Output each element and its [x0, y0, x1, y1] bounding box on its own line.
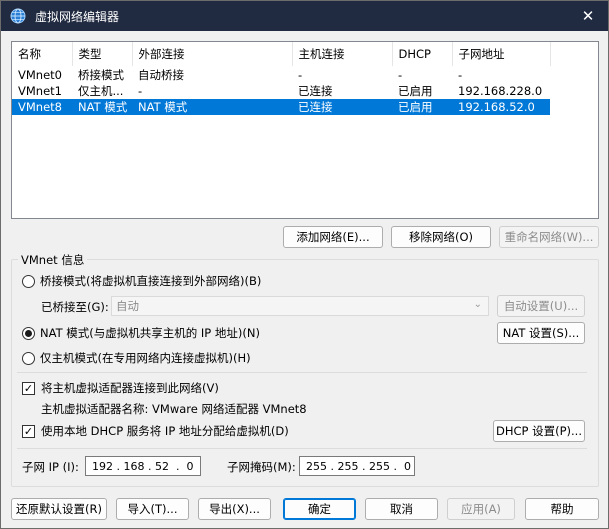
- adapter-name-label: 主机虚拟适配器名称: VMware 网络适配器 VMnet8: [41, 402, 307, 416]
- cell-host: 已连接: [298, 83, 333, 98]
- bridge-mode-label: 桥接模式(将虚拟机直接连接到外部网络)(B): [40, 274, 262, 288]
- table-header-row: 名称 类型 外部连接 主机连接 DHCP 子网地址: [12, 42, 551, 67]
- column-header-dhcp[interactable]: DHCP: [392, 42, 453, 67]
- checkmark-icon[interactable]: ✓: [22, 424, 35, 438]
- subnet-ip-input[interactable]: 192 . 168 . 52 . 0: [85, 456, 201, 476]
- window-title: 虚拟网络编辑器: [35, 9, 120, 24]
- cell-type: 桥接模式: [78, 67, 124, 82]
- cell-external: NAT 模式: [132, 98, 292, 115]
- cell-subnet: 192.168.52.0: [452, 98, 550, 115]
- import-button[interactable]: 导入(T)...: [116, 498, 189, 520]
- cell-external: -: [138, 83, 143, 98]
- column-header-external[interactable]: 外部连接: [132, 42, 293, 67]
- checkmark-icon[interactable]: ✓: [22, 381, 35, 395]
- column-header-type[interactable]: 类型: [72, 42, 133, 67]
- cell-dhcp: -: [398, 67, 403, 82]
- cell-name: VMnet0: [18, 67, 62, 82]
- network-list[interactable]: 名称 类型 外部连接 主机连接 DHCP 子网地址 VMnet0 桥接模式 自动…: [11, 41, 599, 219]
- bridge-mode-radio[interactable]: 桥接模式(将虚拟机直接连接到外部网络)(B): [22, 273, 261, 289]
- cell-type: NAT 模式: [72, 98, 132, 115]
- nat-settings-button[interactable]: NAT 设置(S)...: [497, 322, 585, 344]
- cell-host: 已连接: [292, 98, 392, 115]
- cell-type: 仅主机...: [78, 83, 124, 98]
- host-only-radio[interactable]: 仅主机模式(在专用网络内连接虚拟机)(H): [22, 350, 251, 366]
- host-only-label: 仅主机模式(在专用网络内连接虚拟机)(H): [40, 351, 251, 365]
- cell-host: -: [298, 67, 303, 82]
- add-network-button[interactable]: 添加网络(E)...: [283, 226, 383, 248]
- use-dhcp-checkbox[interactable]: ✓ 使用本地 DHCP 服务将 IP 地址分配给虚拟机(D): [22, 423, 289, 439]
- use-dhcp-label: 使用本地 DHCP 服务将 IP 地址分配给虚拟机(D): [41, 424, 289, 438]
- vmnet-info-group: [11, 259, 599, 487]
- export-button[interactable]: 导出(X)...: [198, 498, 271, 520]
- bridged-to-value: 自动: [116, 299, 139, 313]
- cell-dhcp: 已启用: [392, 98, 452, 115]
- virtual-network-editor-window: 虚拟网络编辑器 ✕ 名称 类型 外部连接 主机连接 DHCP 子网地址 VMne…: [0, 0, 609, 529]
- connect-adapter-checkbox[interactable]: ✓ 将主机虚拟适配器连接到此网络(V): [22, 380, 219, 396]
- bridged-to-select[interactable]: 自动 ⌄: [111, 296, 489, 316]
- help-button[interactable]: 帮助: [525, 498, 599, 520]
- radio-button-bridge[interactable]: [22, 274, 35, 288]
- cell-name: VMnet8: [12, 98, 72, 115]
- subnet-ip-label: 子网 IP (I):: [22, 460, 79, 474]
- cell-subnet: -: [458, 67, 463, 82]
- cell-name: VMnet1: [18, 83, 62, 98]
- remove-network-button[interactable]: 移除网络(O): [391, 226, 491, 248]
- rename-network-button[interactable]: 重命名网络(W)...: [499, 226, 599, 248]
- chevron-down-icon: ⌄: [473, 299, 482, 310]
- separator: [17, 372, 587, 373]
- column-header-name[interactable]: 名称: [12, 42, 73, 67]
- globe-icon: [9, 7, 27, 25]
- table-row[interactable]: VMnet0 桥接模式 自动桥接 - - -: [12, 66, 550, 83]
- network-table: 名称 类型 外部连接 主机连接 DHCP 子网地址 VMnet0 桥接模式 自动…: [12, 42, 551, 115]
- title-bar[interactable]: 虚拟网络编辑器 ✕: [1, 1, 608, 31]
- subnet-mask-label: 子网掩码(M):: [227, 460, 296, 474]
- cell-subnet: 192.168.228.0: [458, 83, 543, 98]
- ok-button[interactable]: 确定: [283, 498, 356, 520]
- radio-button-nat[interactable]: [22, 326, 35, 340]
- apply-button[interactable]: 应用(A): [447, 498, 515, 520]
- close-icon[interactable]: ✕: [568, 1, 608, 31]
- column-header-host[interactable]: 主机连接: [292, 42, 393, 67]
- table-row-selected[interactable]: VMnet8 NAT 模式 NAT 模式 已连接 已启用 192.168.52.…: [12, 98, 550, 115]
- vmnet-info-label: VMnet 信息: [18, 252, 88, 268]
- dhcp-settings-button[interactable]: DHCP 设置(P)...: [493, 420, 585, 442]
- auto-settings-button[interactable]: 自动设置(U)...: [497, 295, 585, 317]
- separator: [17, 448, 587, 449]
- cancel-button[interactable]: 取消: [365, 498, 438, 520]
- subnet-mask-input[interactable]: 255 . 255 . 255 . 0: [299, 456, 415, 476]
- table-row[interactable]: VMnet1 仅主机... - 已连接 已启用 192.168.228.0: [12, 83, 550, 99]
- bridged-to-label: 已桥接至(G):: [41, 300, 109, 314]
- radio-button-host-only[interactable]: [22, 351, 35, 365]
- nat-mode-radio[interactable]: NAT 模式(与虚拟机共享主机的 IP 地址)(N): [22, 325, 260, 341]
- cell-external: 自动桥接: [138, 67, 184, 82]
- nat-mode-label: NAT 模式(与虚拟机共享主机的 IP 地址)(N): [40, 326, 260, 340]
- cell-dhcp: 已启用: [398, 83, 433, 98]
- connect-adapter-label: 将主机虚拟适配器连接到此网络(V): [41, 381, 219, 395]
- restore-defaults-button[interactable]: 还原默认设置(R): [11, 498, 107, 520]
- column-header-subnet[interactable]: 子网地址: [452, 42, 551, 67]
